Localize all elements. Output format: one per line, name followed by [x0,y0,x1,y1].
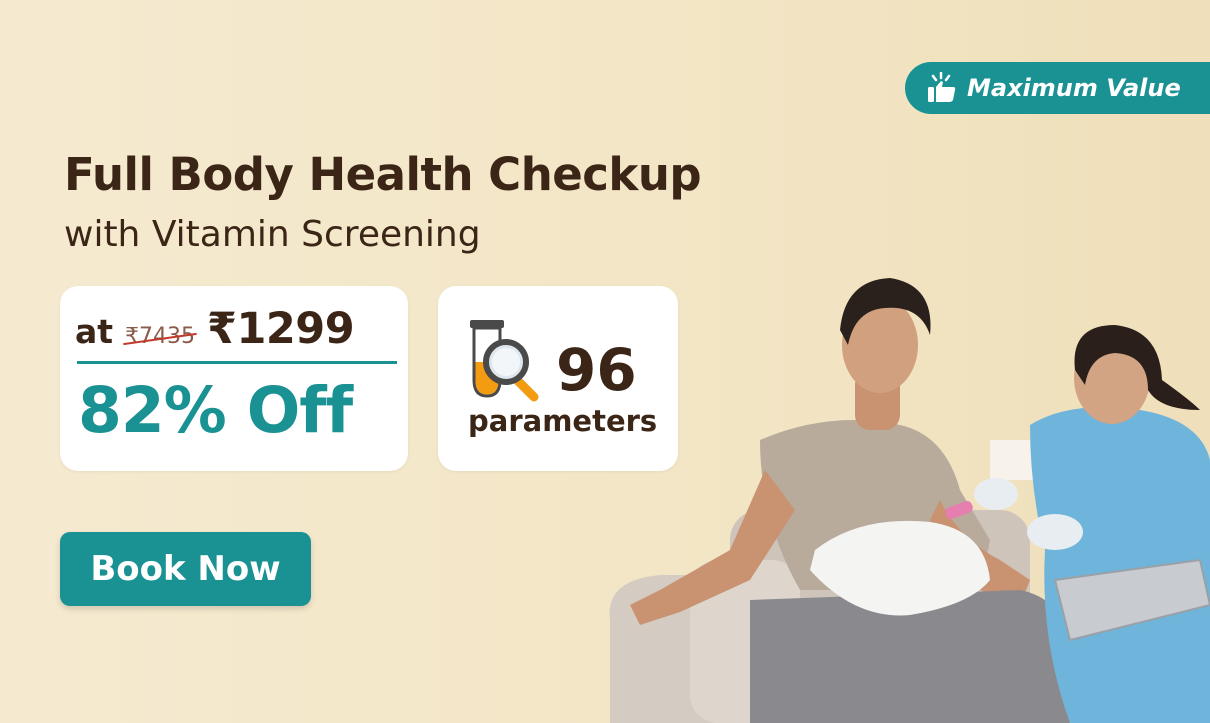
price-prefix: at [75,312,114,351]
offer-price: ₹1299 [207,304,355,354]
maximum-value-badge: Maximum Value [905,62,1210,114]
price-divider [77,361,397,364]
original-price: ₹7435 [125,324,196,349]
discount-label: 82% Off [78,374,353,447]
page-title: Full Body Health Checkup [64,148,702,201]
price-card: at ₹7435 ₹1299 82% Off [60,286,408,471]
page-subtitle: with Vitamin Screening [64,214,481,255]
hero-photo [609,278,1210,723]
thumbs-up-icon [928,72,956,102]
price-line: at ₹7435 ₹1299 [75,304,355,354]
badge-label: Maximum Value [967,74,1181,102]
test-tube-magnifier-icon [470,320,539,402]
book-now-button[interactable]: Book Now [60,532,311,606]
